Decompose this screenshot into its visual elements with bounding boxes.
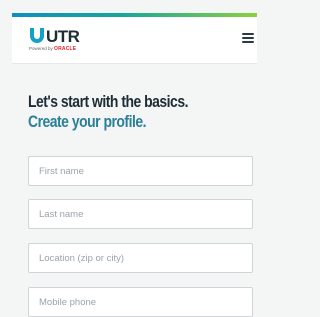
page-heading: Let's start with the basics. <box>28 92 188 111</box>
first-name-field[interactable] <box>28 156 253 186</box>
site-header: UTR Powered by ORACLE <box>12 17 257 64</box>
utr-logo-mark: UTR <box>30 27 80 45</box>
location-field[interactable] <box>28 243 253 273</box>
powered-by-oracle: Powered by ORACLE <box>29 46 76 52</box>
utr-logo[interactable]: UTR Powered by ORACLE <box>29 27 89 53</box>
hamburger-menu-icon[interactable] <box>242 33 254 43</box>
powered-by-label: Powered by <box>29 46 53 51</box>
last-name-field[interactable] <box>28 199 253 229</box>
page-subheading: Create your profile. <box>28 112 146 131</box>
oracle-brand: ORACLE <box>54 46 77 52</box>
logo-text: UTR <box>46 27 80 45</box>
mobile-phone-field[interactable] <box>28 287 253 317</box>
